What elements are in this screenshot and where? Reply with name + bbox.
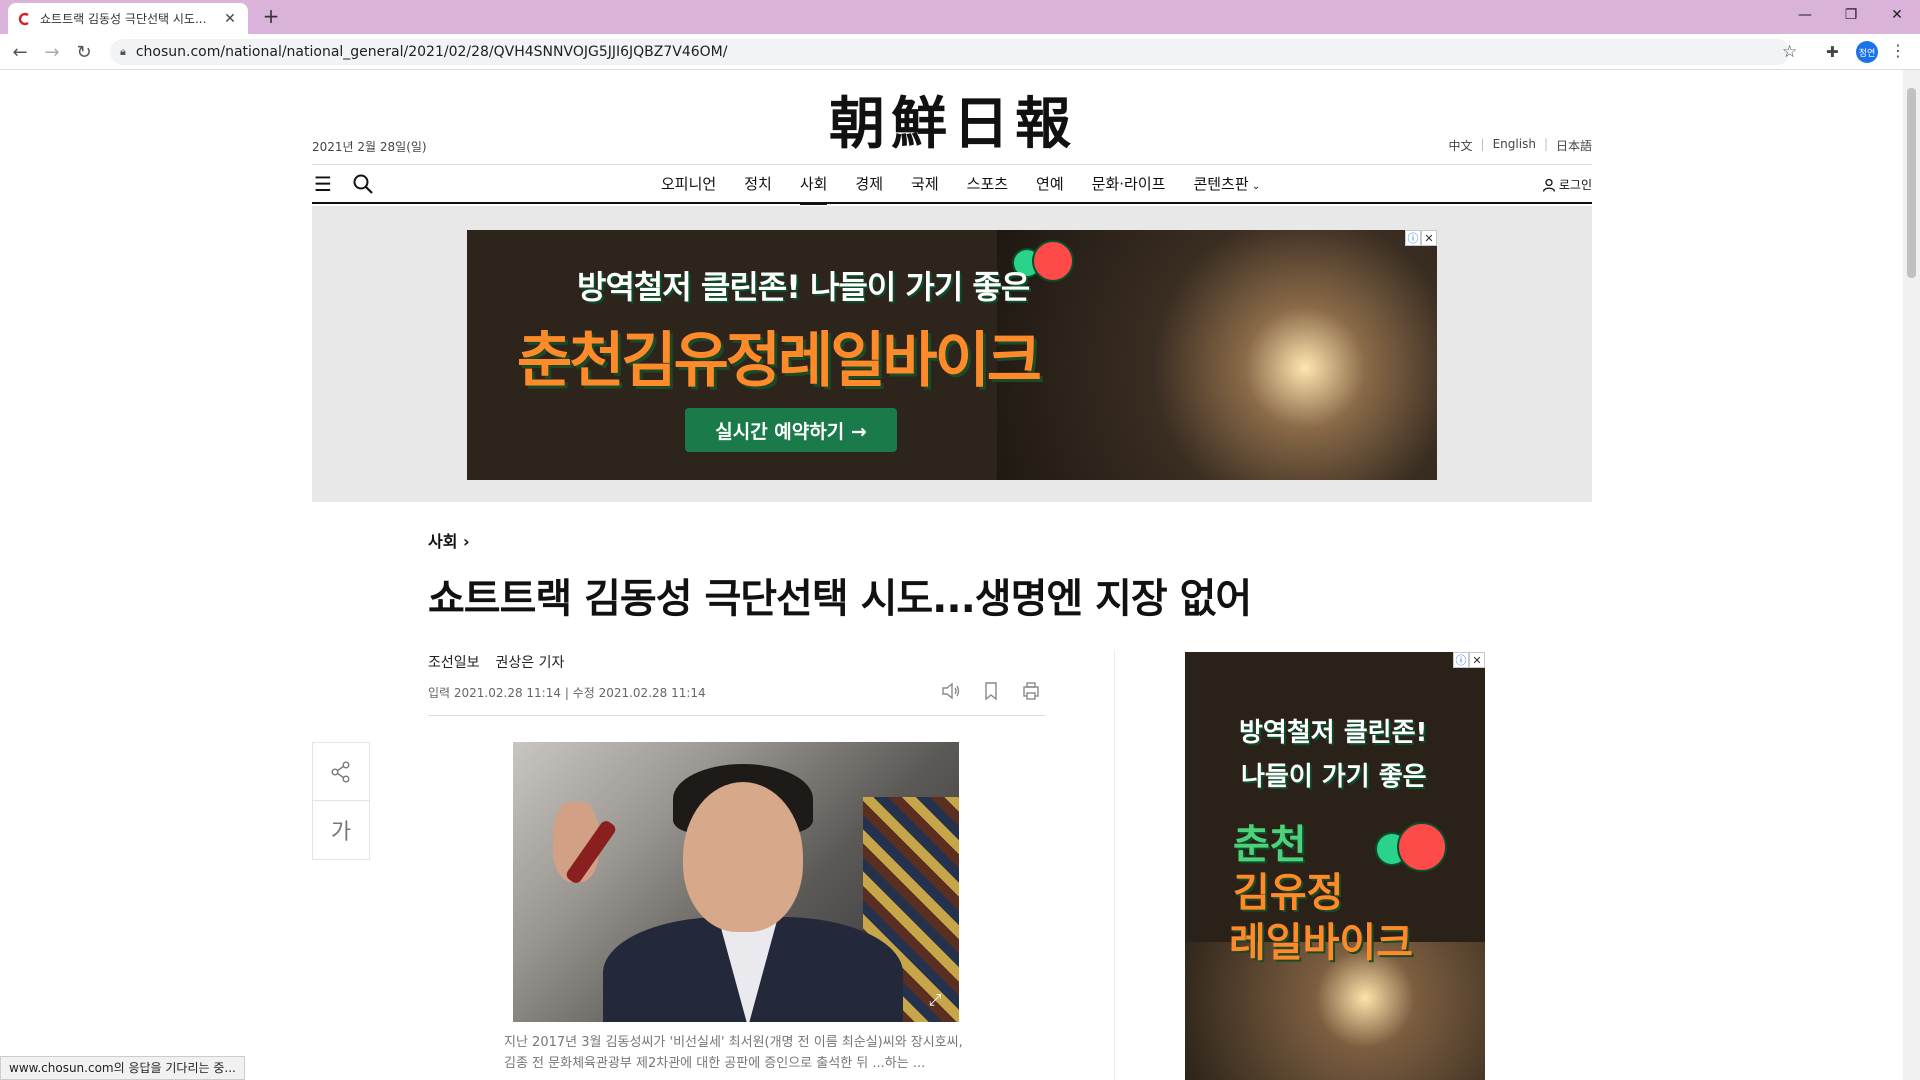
new-tab-icon[interactable]: + bbox=[260, 6, 282, 28]
article-tools bbox=[940, 680, 1042, 702]
ad-balloon-red bbox=[1397, 822, 1447, 872]
lang-japanese-link[interactable]: 日本語 bbox=[1556, 137, 1592, 154]
author-name[interactable]: 권상은 기자 bbox=[496, 652, 565, 672]
search-icon[interactable] bbox=[352, 173, 374, 195]
side-banner-ad[interactable]: 방역철저 클린존! 나들이 가기 좋은 춘천 김유정 레일바이크 ⓘ ✕ bbox=[1185, 652, 1485, 1080]
window-close-icon[interactable]: ✕ bbox=[1874, 0, 1920, 30]
divider: | bbox=[1543, 137, 1548, 151]
publisher-name[interactable]: 조선일보 bbox=[428, 652, 480, 672]
minimize-icon[interactable]: — bbox=[1782, 0, 1828, 30]
ad-close-icon[interactable]: ✕ bbox=[1421, 230, 1437, 246]
ad-info-icon[interactable]: ⓘ bbox=[1405, 230, 1421, 246]
nav-item-culture-life[interactable]: 문화·라이프 bbox=[1078, 165, 1180, 203]
nav-items: 오피니언 정치 사회 경제 국제 스포츠 연예 문화·라이프 콘텐츠판 ⌄ bbox=[647, 165, 1274, 205]
share-icon[interactable] bbox=[313, 743, 369, 801]
floating-tools: 가 bbox=[312, 742, 370, 860]
top-banner-ad[interactable]: 방역철저 클린존! 나들이 가기 좋은 춘천김유정레일바이크 실시간 예약하기 … bbox=[467, 230, 1437, 480]
expand-icon[interactable]: ⤢ bbox=[925, 990, 945, 1010]
ad-top-line2: 춘천김유정레일바이크 bbox=[517, 326, 1042, 396]
nav-item-economy[interactable]: 경제 bbox=[841, 165, 897, 203]
lang-chinese-link[interactable]: 中文 bbox=[1449, 137, 1473, 154]
lang-english-link[interactable]: English bbox=[1493, 137, 1536, 154]
browser-status-bar: www.chosun.com의 응답을 기다리는 중... bbox=[0, 1056, 245, 1080]
article-headline: 쇼트트랙 김동성 극단선택 시도...생명엔 지장 없어 bbox=[428, 576, 1252, 622]
divider bbox=[428, 715, 1045, 716]
user-icon bbox=[1542, 178, 1556, 192]
nav-item-sports[interactable]: 스포츠 bbox=[953, 165, 1022, 203]
ad-choices[interactable]: ⓘ ✕ bbox=[1405, 230, 1437, 246]
photo-caption: 지난 2017년 3월 김동성씨가 '비선실세' 최서원(개명 전 이름 최순실… bbox=[504, 1035, 963, 1071]
scrollbar-thumb[interactable] bbox=[1907, 88, 1916, 278]
nav-item-contents-label: 콘텐츠판 bbox=[1193, 175, 1249, 193]
site-logo[interactable]: 朝鮮日報 bbox=[818, 88, 1088, 160]
tab-close-icon[interactable]: ✕ bbox=[222, 11, 238, 27]
browser-menu-icon[interactable]: ⋮ bbox=[1890, 41, 1906, 60]
divider: | bbox=[1480, 137, 1485, 151]
login-label: 로그인 bbox=[1558, 178, 1592, 192]
article-photo[interactable]: ⤢ bbox=[513, 742, 959, 1022]
today-date: 2021년 2월 28일(일) bbox=[312, 140, 427, 154]
back-icon[interactable]: ← bbox=[8, 40, 32, 64]
address-bar[interactable]: 🔒︎ chosun.com/national/national_general/… bbox=[110, 39, 1790, 65]
lock-icon: 🔒︎ bbox=[120, 45, 126, 58]
ad-balloon-red bbox=[1032, 240, 1074, 282]
byline: 조선일보 권상은 기자 bbox=[428, 652, 564, 672]
ad-side-line5: 레일바이크 bbox=[1229, 920, 1413, 966]
nav-item-society[interactable]: 사회 bbox=[786, 165, 842, 205]
browser-toolbar: ← → ↻ 🔒︎ chosun.com/national/national_ge… bbox=[0, 34, 1920, 70]
bookmark-star-icon[interactable]: ☆ bbox=[1782, 42, 1797, 62]
ad-info-icon[interactable]: ⓘ bbox=[1453, 652, 1469, 668]
nav-item-international[interactable]: 국제 bbox=[897, 165, 953, 203]
page-scrollbar[interactable] bbox=[1903, 70, 1920, 1080]
ad-choices[interactable]: ⓘ ✕ bbox=[1453, 652, 1485, 668]
main-navigation: ☰ 오피니언 정치 사회 경제 국제 스포츠 연예 문화·라이프 콘텐츠판 ⌄ … bbox=[312, 164, 1592, 205]
top-ad-band: 방역철저 클린존! 나들이 가기 좋은 춘천김유정레일바이크 실시간 예약하기 … bbox=[312, 206, 1592, 502]
photo-face bbox=[683, 782, 803, 932]
browser-tab[interactable]: 쇼트트랙 김동성 극단선택 시도... ✕ bbox=[8, 3, 248, 34]
speaker-icon[interactable] bbox=[940, 680, 962, 702]
restore-icon[interactable]: ❐ bbox=[1828, 0, 1874, 30]
divider bbox=[1114, 650, 1115, 1080]
ad-close-icon[interactable]: ✕ bbox=[1469, 652, 1485, 668]
hamburger-menu-icon[interactable]: ☰ bbox=[314, 174, 332, 194]
login-button[interactable]: 로그인 bbox=[1542, 176, 1592, 193]
ad-side-line2: 나들이 가기 좋은 bbox=[1241, 762, 1427, 792]
reload-icon[interactable]: ↻ bbox=[72, 40, 96, 64]
article-dates: 입력 2021.02.28 11:14 | 수정 2021.02.28 11:1… bbox=[428, 686, 706, 700]
chosun-favicon-icon bbox=[18, 12, 32, 26]
forward-icon[interactable]: → bbox=[40, 40, 64, 64]
nav-item-politics[interactable]: 정치 bbox=[730, 165, 786, 203]
tab-title: 쇼트트랙 김동성 극단선택 시도... bbox=[40, 12, 207, 26]
nav-item-opinion[interactable]: 오피니언 bbox=[647, 165, 730, 203]
section-breadcrumb[interactable]: 사회 › bbox=[428, 528, 470, 552]
nav-item-contents[interactable]: 콘텐츠판 ⌄ bbox=[1179, 165, 1274, 203]
nav-item-entertainment[interactable]: 연예 bbox=[1022, 165, 1078, 203]
profile-avatar[interactable]: 정연 bbox=[1856, 41, 1878, 63]
ad-side-line1: 방역철저 클린존! bbox=[1239, 718, 1428, 748]
url-text: chosun.com/national/national_general/202… bbox=[135, 44, 728, 60]
ad-reserve-button[interactable]: 실시간 예약하기 → bbox=[685, 408, 897, 452]
extensions-puzzle-icon[interactable]: ✚ bbox=[1826, 43, 1839, 61]
browser-tab-strip: 쇼트트랙 김동성 극단선택 시도... ✕ + — ❐ ✕ bbox=[0, 0, 1920, 34]
language-links: 中文 | English | 日本語 bbox=[1449, 137, 1592, 154]
page-viewport: 朝鮮日報 2021년 2월 28일(일) 中文 | English | 日本語 … bbox=[0, 70, 1920, 1080]
bookmark-icon[interactable] bbox=[980, 680, 1002, 702]
chevron-down-icon: ⌄ bbox=[1248, 181, 1261, 192]
print-icon[interactable] bbox=[1020, 680, 1042, 702]
ad-top-line1: 방역철저 클린존! 나들이 가기 좋은 bbox=[577, 268, 1030, 306]
font-size-button[interactable]: 가 bbox=[313, 801, 369, 859]
